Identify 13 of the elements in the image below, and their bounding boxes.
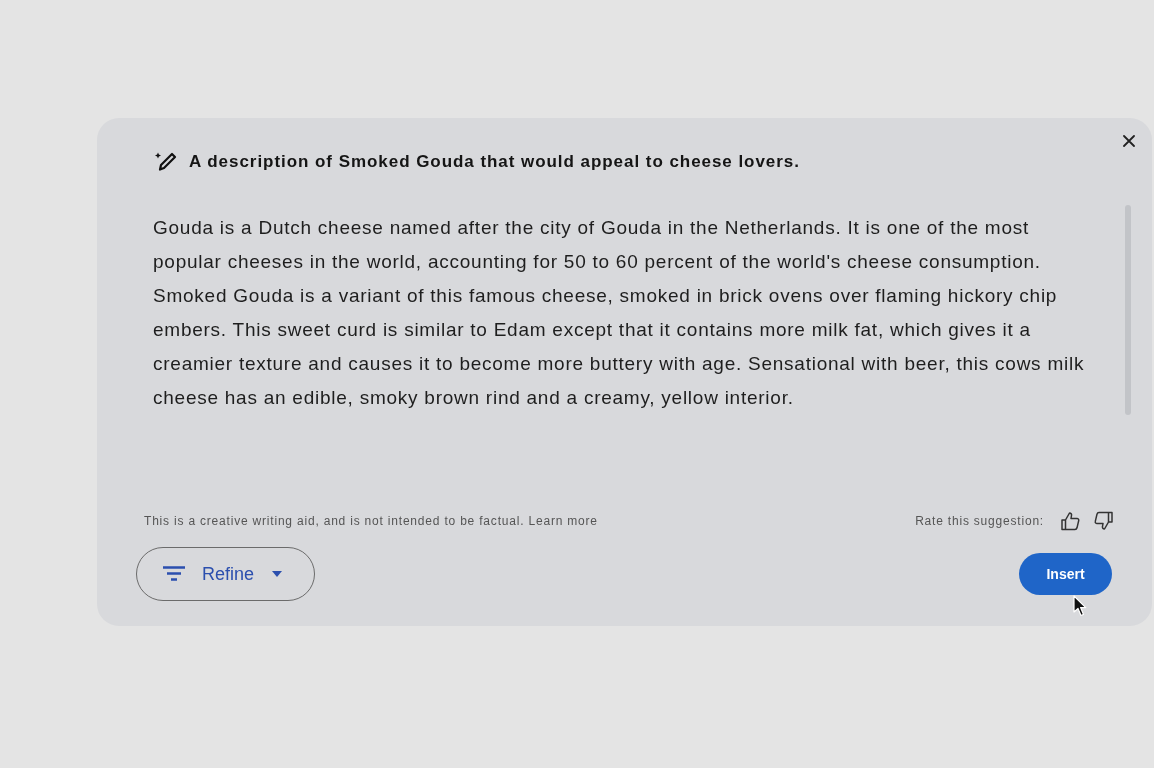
disclaimer-text: This is a creative writing aid, and is not intended to be factual. Learn more	[144, 514, 598, 528]
thumbs-up-icon[interactable]	[1060, 511, 1080, 531]
response-text: Gouda is a Dutch cheese named after the city of Gouda in the Netherlands. It is one of the most popular cheeses in the world, accounting for 50 to 60 percent of the world's cheese consumption. Smoked Gouda is a variant of this famous cheese, smoked in brick ovens over flaming hickory chip embers. This sweet curd is similar to Edam except that it contains more milk fat, which gives it a creamier texture and causes it to become more buttery with age. Sensational with beer, this cows milk cheese has an edible, smoky brown rind and a creamy, yellow interior.	[153, 216, 1086, 410]
caret-icon	[272, 571, 283, 577]
thumbs-down-icon[interactable]	[1094, 511, 1114, 531]
close-icon[interactable]	[1123, 135, 1135, 147]
mouse-cursor-icon	[1073, 595, 1087, 617]
prompt-title: A description of Smoked Gouda that would appeal to cheese lovers.	[189, 152, 800, 172]
pencil-sparkle-icon	[155, 151, 177, 173]
filter-icon	[163, 566, 185, 582]
rate-label: Rate this suggestion:	[915, 514, 1044, 528]
insert-button[interactable]: Insert	[1019, 553, 1112, 595]
learn-more-link[interactable]: Learn more	[528, 514, 598, 528]
